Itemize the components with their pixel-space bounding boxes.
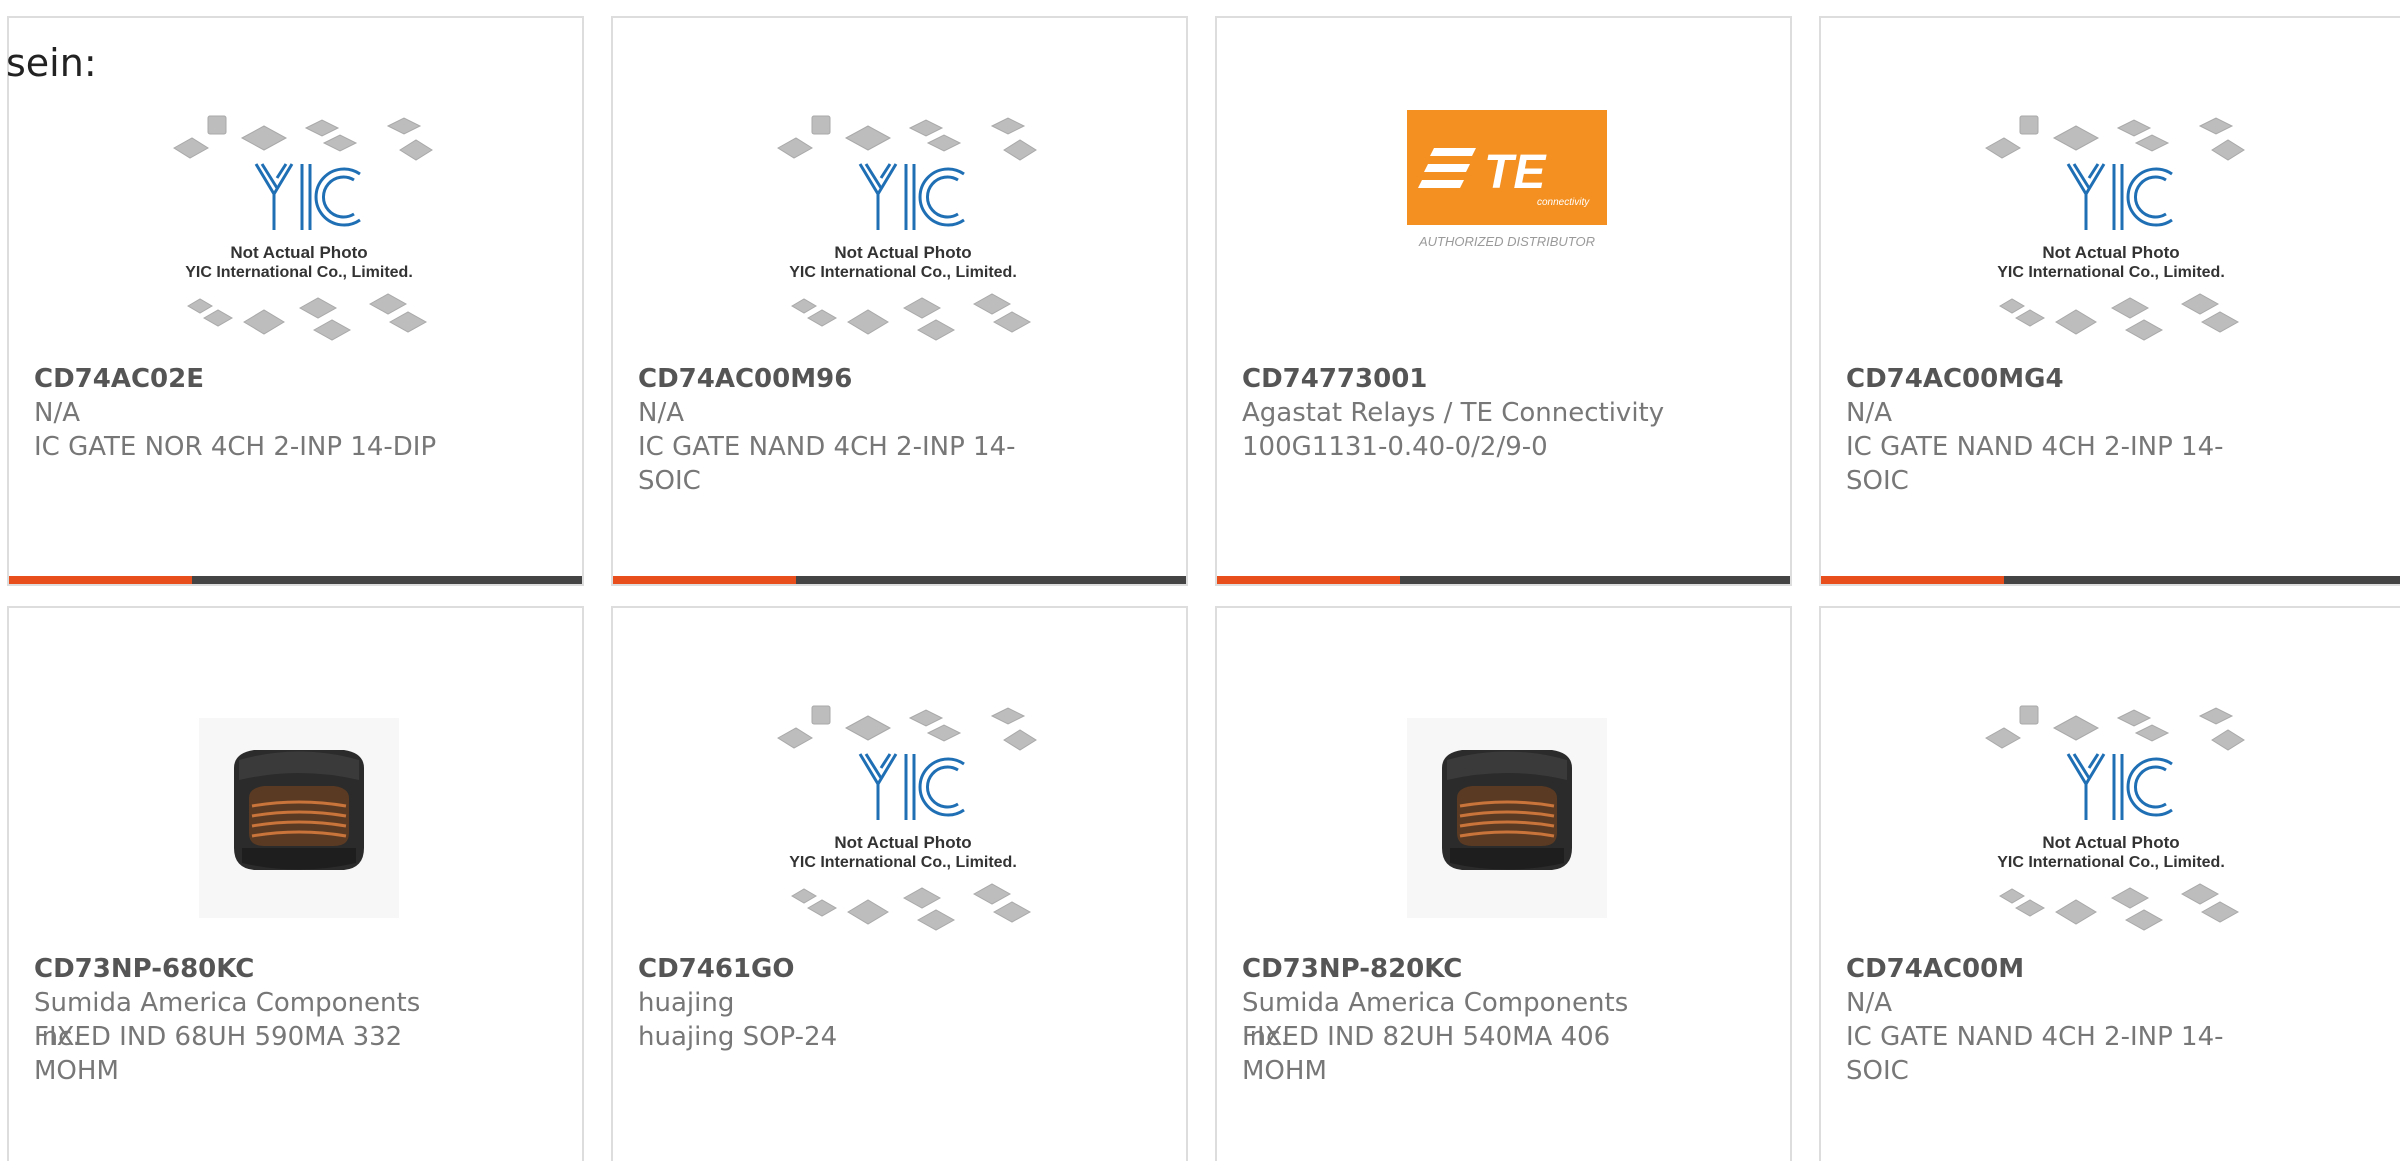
placeholder-caption-line2: YIC International Co., Limited. [789, 264, 1017, 281]
part-number[interactable]: CD74773001 [1242, 362, 1427, 396]
manufacturer: N/A [638, 398, 684, 428]
description: huajing SOP-24 [638, 1022, 838, 1052]
part-number[interactable]: CD73NP-680KC [34, 952, 254, 986]
placeholder-caption-line1: Not Actual Photo [230, 243, 367, 262]
product-image-placeholder[interactable]: Not Actual Photo YIC International Co., … [1976, 108, 2246, 348]
product-card[interactable]: CD73NP-680KC Sumida America Components I… [7, 606, 584, 1161]
card-bottom-bar [1821, 576, 2400, 584]
manufacturer: huajing [638, 988, 735, 1018]
product-image-placeholder[interactable]: Not Actual Photo YIC International Co., … [164, 108, 434, 348]
product-image-te-logo[interactable]: TE connectivity AUTHORIZED DISTRIBUTOR [1372, 108, 1642, 348]
product-image-inductor[interactable] [1372, 698, 1642, 938]
product-image-placeholder[interactable]: Not Actual Photo YIC International Co., … [768, 698, 1038, 938]
part-number[interactable]: CD74AC00M [1846, 952, 2024, 986]
description: FIXED IND 82UH 540MA 406 MOHM [1242, 1022, 1611, 1086]
manufacturer: N/A [34, 398, 80, 428]
product-image-placeholder[interactable]: Not Actual Photo YIC International Co., … [768, 108, 1038, 348]
manufacturer: N/A [1846, 988, 1892, 1018]
card-accent-bar [1217, 576, 1400, 584]
product-card[interactable]: Not Actual Photo YIC International Co., … [1819, 606, 2400, 1161]
description: IC GATE NAND 4CH 2-INP 14-SOIC [1846, 1022, 2224, 1086]
part-number[interactable]: CD74AC00M96 [638, 362, 852, 396]
description: IC GATE NAND 4CH 2-INP 14-SOIC [638, 432, 1016, 496]
card-bottom-bar [613, 576, 1186, 584]
card-bottom-bar [9, 576, 582, 584]
manufacturer: Agastat Relays / TE Connectivity [1242, 398, 1665, 428]
card-bottom-bar [1217, 576, 1790, 584]
placeholder-caption-line2: YIC International Co., Limited. [1997, 854, 2225, 871]
part-number[interactable]: CD7461GO [638, 952, 794, 986]
product-card[interactable]: Not Actual Photo YIC International Co., … [611, 16, 1188, 586]
card-accent-bar [1821, 576, 2004, 584]
placeholder-caption-line1: Not Actual Photo [834, 833, 971, 852]
product-image-placeholder[interactable]: Not Actual Photo YIC International Co., … [1976, 698, 2246, 938]
part-number[interactable]: CD73NP-820KC [1242, 952, 1462, 986]
placeholder-caption-line2: YIC International Co., Limited. [1997, 264, 2225, 281]
card-accent-bar [9, 576, 192, 584]
card-accent-bar [613, 576, 796, 584]
placeholder-caption-line1: Not Actual Photo [2042, 833, 2179, 852]
product-card[interactable]: TE connectivity AUTHORIZED DISTRIBUTOR C… [1215, 16, 1792, 586]
lead-text: sein: [6, 41, 97, 85]
placeholder-caption-line2: YIC International Co., Limited. [185, 264, 413, 281]
product-image-inductor[interactable] [164, 698, 434, 938]
te-logo-sub: connectivity [1537, 197, 1590, 208]
description: FIXED IND 68UH 590MA 332 MOHM [34, 1022, 403, 1086]
product-grid-page: sein: Not Actual Photo YIC International… [0, 0, 2400, 1161]
placeholder-caption-line1: Not Actual Photo [834, 243, 971, 262]
te-logo-brand: TE [1484, 146, 1547, 199]
description: IC GATE NOR 4CH 2-INP 14-DIP [34, 432, 437, 462]
description: 100G1131-0.40-0/2/9-0 [1242, 432, 1548, 462]
te-logo-tagline: AUTHORIZED DISTRIBUTOR [1418, 234, 1595, 249]
product-card[interactable]: Not Actual Photo YIC International Co., … [1819, 16, 2400, 586]
product-card[interactable]: Not Actual Photo YIC International Co., … [7, 16, 584, 586]
product-card[interactable]: Not Actual Photo YIC International Co., … [611, 606, 1188, 1161]
manufacturer: N/A [1846, 398, 1892, 428]
description: IC GATE NAND 4CH 2-INP 14-SOIC [1846, 432, 2224, 496]
placeholder-caption-line1: Not Actual Photo [2042, 243, 2179, 262]
placeholder-caption-line2: YIC International Co., Limited. [789, 854, 1017, 871]
product-card[interactable]: CD73NP-820KC Sumida America Components I… [1215, 606, 1792, 1161]
part-number[interactable]: CD74AC02E [34, 362, 204, 396]
part-number[interactable]: CD74AC00MG4 [1846, 362, 2064, 396]
